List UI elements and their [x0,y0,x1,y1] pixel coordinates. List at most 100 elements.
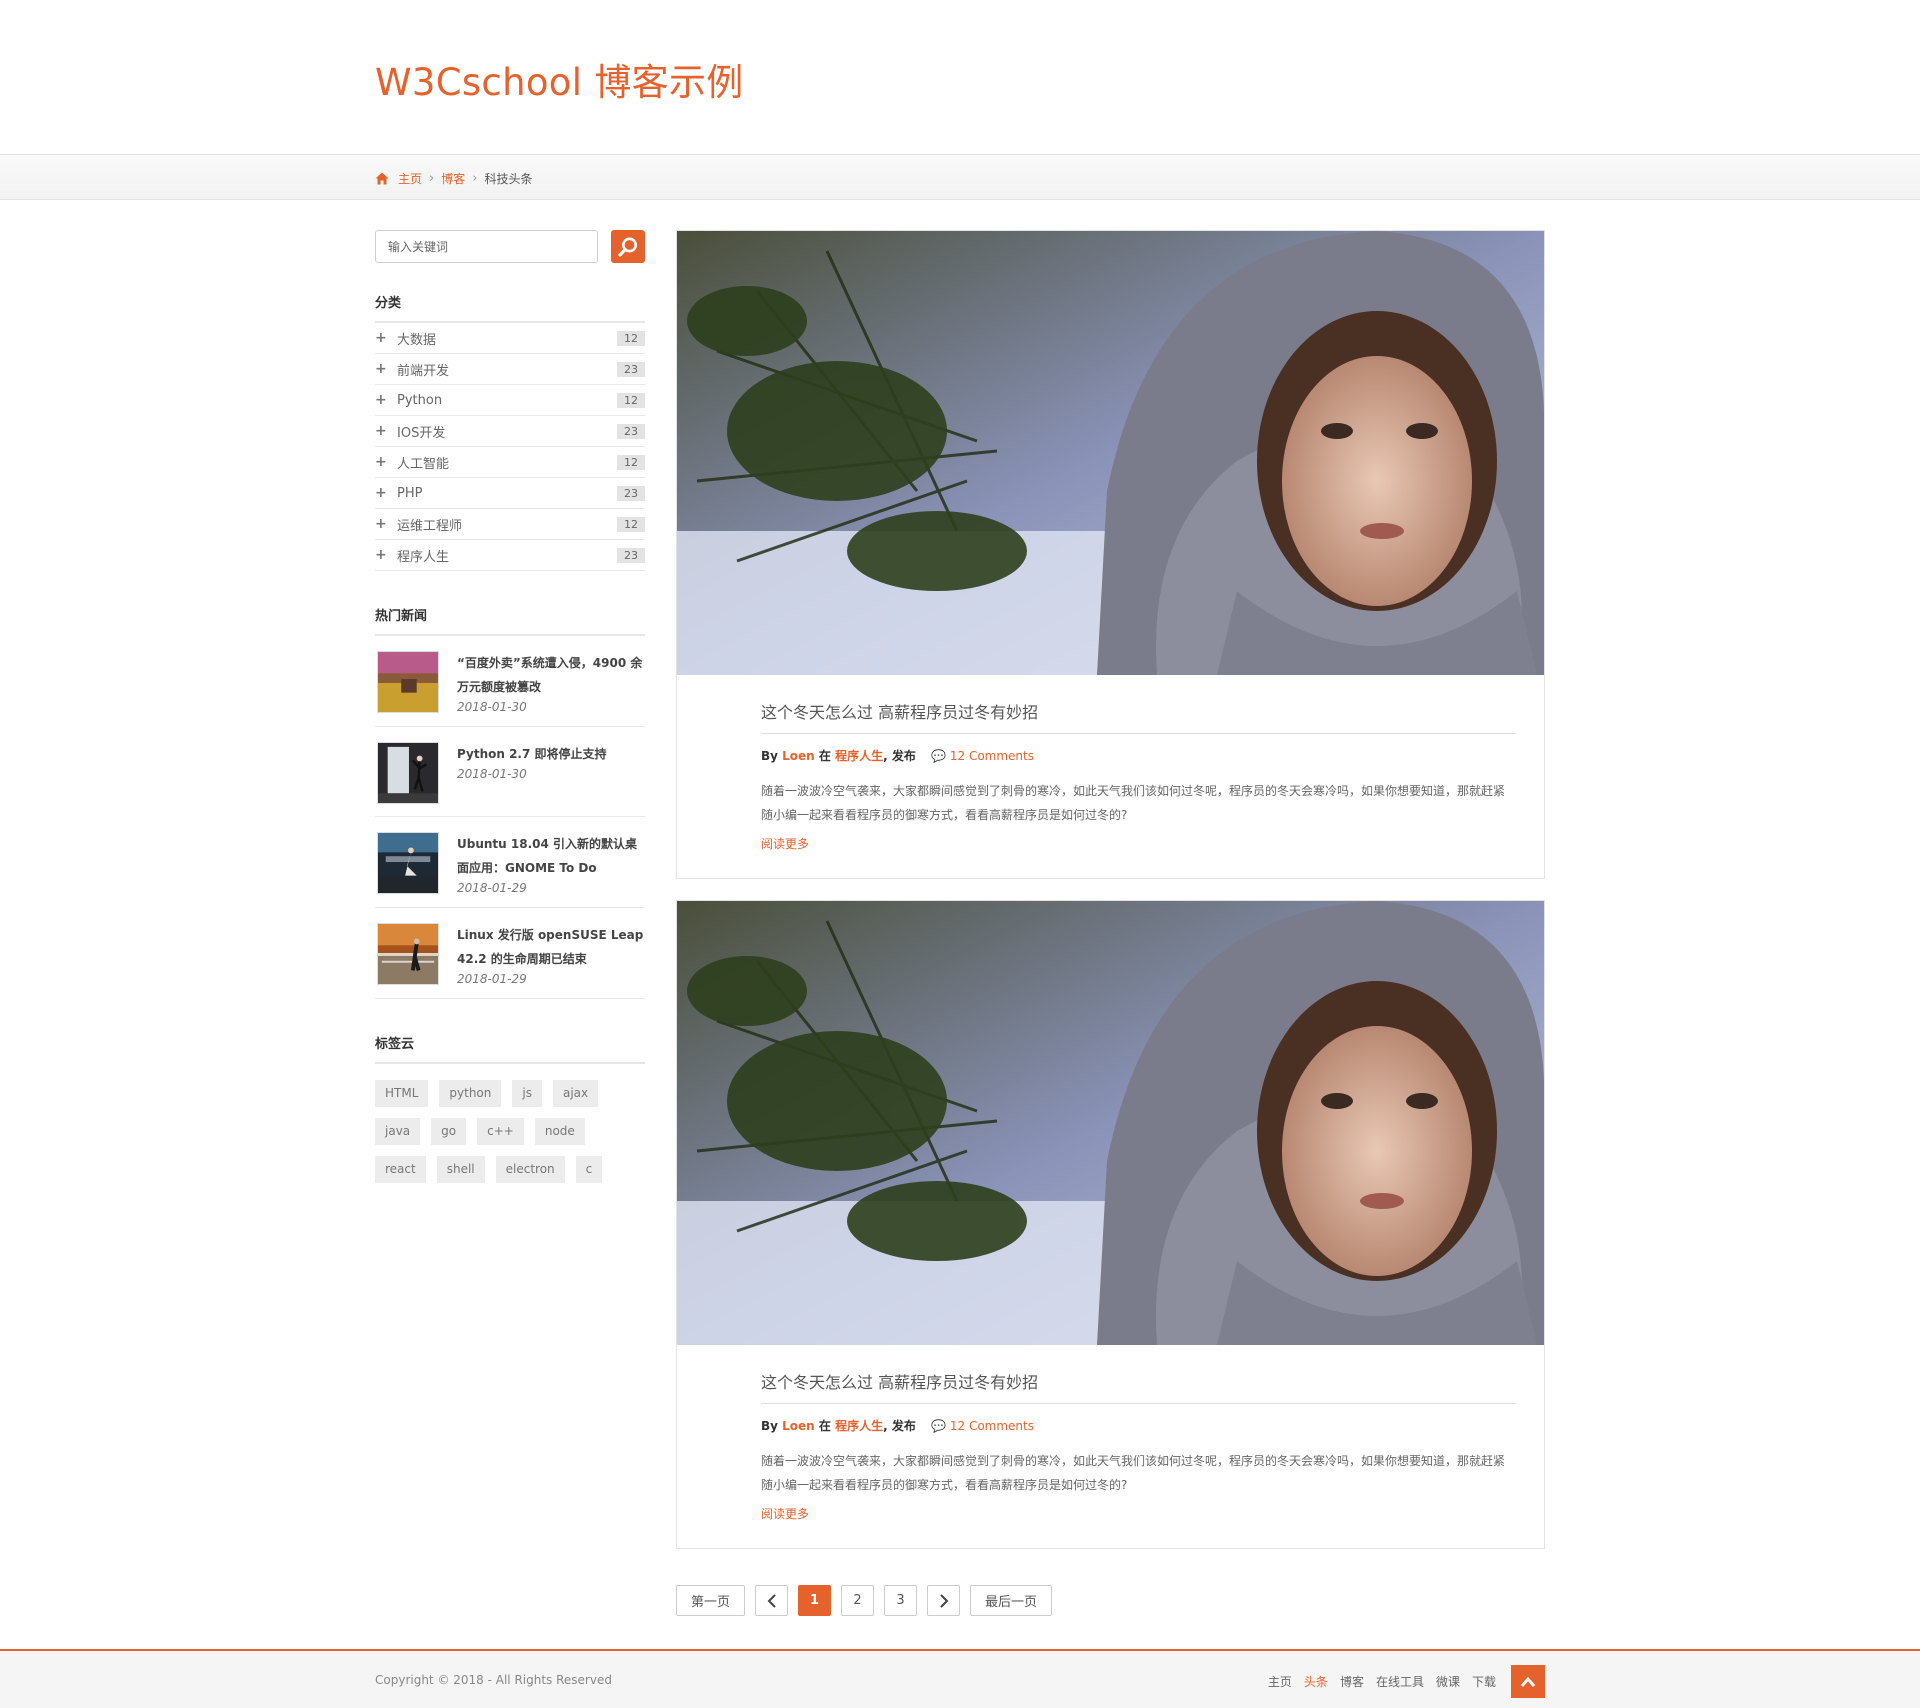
post-comments-link[interactable]: 💬 12 Comments [931,1419,1034,1433]
category-item[interactable]: + 运维工程师 12 [375,509,645,540]
next-page-button[interactable] [927,1585,961,1616]
news-item[interactable]: “百度外卖”系统遭入侵，4900 余万元额度被篡改 2018-01-30 [375,636,645,727]
plus-icon: + [375,485,387,501]
category-count: 23 [617,423,645,439]
category-name: 人工智能 [397,456,450,472]
sidebar: 分类 + 大数据 12 + 前端开发 23 + Python 12 + IOS开发 23 + 人工… [375,230,645,1194]
tag[interactable]: c [575,1156,603,1183]
category-item[interactable]: + Python 12 [375,385,645,416]
category-count: 23 [617,361,645,377]
plus-icon: + [375,547,387,563]
news-item[interactable]: Linux 发行版 openSUSE Leap 42.2 的生命周期已结束 20… [375,908,645,999]
footer-nav-tools[interactable]: 在线工具 [1376,1673,1424,1690]
plus-icon: + [375,330,387,346]
category-item[interactable]: + 前端开发 23 [375,354,645,385]
footer-nav-courses[interactable]: 微课 [1436,1673,1460,1690]
category-item[interactable]: + 程序人生 23 [375,540,645,571]
post-meta: By Loen 在 程序人生, 发布 💬 12 Comments [761,747,1516,764]
tag[interactable]: shell [436,1156,485,1183]
category-name: 运维工程师 [397,518,463,534]
tag-cloud: HTML python js ajax java go c++ node rea… [375,1080,645,1194]
last-page-button[interactable]: 最后一页 [970,1585,1053,1616]
prev-page-button[interactable] [755,1585,789,1616]
arrow-up-icon [1520,1676,1536,1687]
search-button[interactable] [611,230,645,263]
tag[interactable]: HTML [375,1080,429,1107]
post-title[interactable]: 这个冬天怎么过 高薪程序员过冬有妙招 [761,1369,1516,1404]
category-count: 12 [617,330,645,346]
tag[interactable]: python [439,1080,502,1107]
tag[interactable]: c++ [477,1118,524,1145]
post-in: 在 [818,749,831,763]
footer-nav-blog[interactable]: 博客 [1340,1673,1364,1690]
category-item[interactable]: + PHP 23 [375,478,645,509]
news-headline[interactable]: Ubuntu 18.04 引入新的默认桌面应用：GNOME To Do [457,832,645,880]
category-count: 12 [617,516,645,532]
post-image[interactable] [677,231,1544,675]
first-page-button[interactable]: 第一页 [676,1585,746,1616]
category-name: 程序人生 [397,549,450,565]
breadcrumb-bar: 主页 › 博客 › 科技头条 [0,156,1920,200]
back-to-top-button[interactable] [1511,1665,1545,1698]
category-name: PHP [397,485,423,501]
news-headline[interactable]: Python 2.7 即将停止支持 [457,742,645,766]
news-thumbnail[interactable] [377,923,439,985]
comment-icon: 💬 [931,1419,947,1433]
breadcrumb-current: 科技头条 [484,172,533,186]
tag[interactable]: node [534,1118,585,1145]
search-form [375,230,645,263]
news-headline[interactable]: “百度外卖”系统遭入侵，4900 余万元额度被篡改 [457,651,645,699]
post-author-link[interactable]: Loen [782,1419,815,1433]
category-list: + 大数据 12 + 前端开发 23 + Python 12 + IOS开发 23 + 人工智能 1… [375,323,645,571]
page-button-3[interactable]: 3 [884,1585,918,1616]
category-name: 大数据 [397,332,437,348]
news-thumbnail[interactable] [377,651,439,713]
category-count: 23 [617,485,645,501]
read-more-link[interactable]: 阅读更多 [761,835,809,852]
site-header: W3Cschool 博客示例 [0,0,1920,155]
breadcrumb-home-link[interactable]: 主页 [398,170,422,187]
tag[interactable]: java [375,1118,421,1145]
post-title[interactable]: 这个冬天怎么过 高薪程序员过冬有妙招 [761,699,1516,734]
post-category-link[interactable]: 程序人生 [835,1419,883,1433]
plus-icon: + [375,392,387,408]
tag[interactable]: ajax [552,1080,599,1107]
page-button-1[interactable]: 1 [798,1585,832,1616]
plus-icon: + [375,361,387,377]
tag[interactable]: react [375,1156,426,1183]
category-item[interactable]: + 大数据 12 [375,323,645,354]
post-by: By [761,1419,778,1433]
news-item[interactable]: Python 2.7 即将停止支持 2018-01-30 [375,727,645,817]
breadcrumb: 主页 › 博客 › 科技头条 [375,170,532,187]
post-excerpt: 随着一波波冷空气袭来，大家都瞬间感觉到了刺骨的寒冷，如此天气我们该如何过冬呢，程… [761,1454,1506,1492]
tag[interactable]: go [431,1118,467,1145]
footer-nav-download[interactable]: 下载 [1472,1673,1496,1690]
post-image[interactable] [677,901,1544,1345]
footer-nav-headlines[interactable]: 头条 [1304,1673,1328,1690]
news-headline[interactable]: Linux 发行版 openSUSE Leap 42.2 的生命周期已结束 [457,923,645,971]
breadcrumb-blog-link[interactable]: 博客 [441,170,465,187]
post-comments-link[interactable]: 💬 12 Comments [931,749,1034,763]
post-published: , 发布 [883,749,916,763]
category-count: 12 [617,392,645,408]
category-item[interactable]: + 人工智能 12 [375,447,645,478]
category-name: 前端开发 [397,363,450,379]
news-thumbnail[interactable] [377,742,439,804]
category-item[interactable]: + IOS开发 23 [375,416,645,447]
site-logo[interactable]: W3Cschool 博客示例 [375,52,744,106]
home-icon[interactable] [375,172,389,185]
news-item[interactable]: Ubuntu 18.04 引入新的默认桌面应用：GNOME To Do 2018… [375,817,645,908]
page-button-2[interactable]: 2 [841,1585,875,1616]
tag[interactable]: js [512,1080,542,1107]
search-input[interactable] [375,230,598,263]
post-comments: 12 Comments [949,749,1034,763]
read-more-link[interactable]: 阅读更多 [761,1505,809,1522]
tag[interactable]: electron [495,1156,565,1183]
post-by: By [761,749,778,763]
post-author-link[interactable]: Loen [782,749,815,763]
footer-nav: 主页 头条 博客 在线工具 微课 下载 [1268,1665,1545,1698]
news-thumbnail[interactable] [377,832,439,894]
category-name: IOS开发 [397,425,446,441]
footer-nav-home[interactable]: 主页 [1268,1673,1292,1690]
post-category-link[interactable]: 程序人生 [835,749,883,763]
